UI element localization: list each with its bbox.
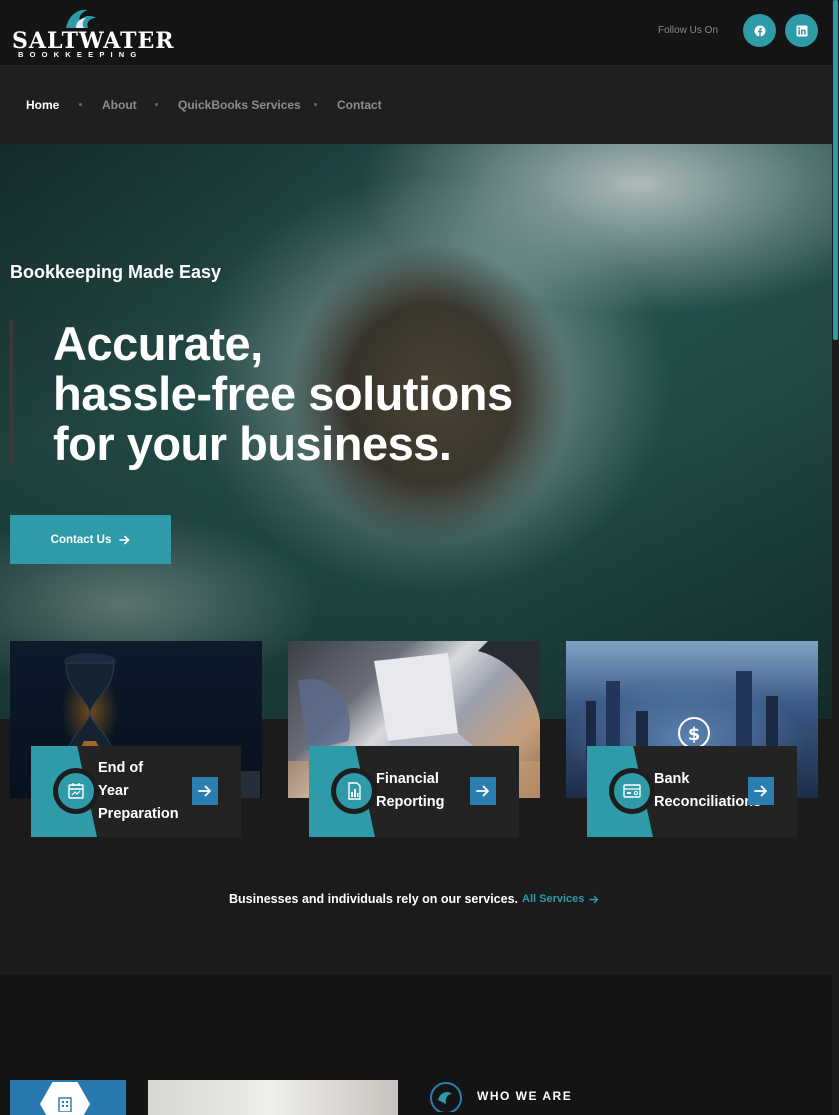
arrow-right-icon <box>476 785 489 797</box>
service-card-title-line: End of <box>98 760 144 776</box>
service-card-financial-reporting[interactable]: Financial Reporting <box>309 746 519 837</box>
hero-section: Bookkeeping Made Easy Accurate, hassle-f… <box>0 144 832 719</box>
follow-label: Follow Us On <box>658 25 719 36</box>
nav-separator <box>314 103 317 106</box>
wave-icon <box>66 9 96 28</box>
facebook-button[interactable] <box>743 14 776 47</box>
bank-statement-icon <box>609 768 655 814</box>
service-card-arrow-button[interactable] <box>748 777 774 805</box>
scrollbar-thumb[interactable] <box>833 0 838 340</box>
service-card-title: End of Year Preparation <box>98 757 179 826</box>
service-card-title-line: Financial <box>376 771 439 787</box>
wave-circle-icon <box>430 1082 462 1112</box>
arrow-right-icon <box>754 785 767 797</box>
headline-accent-line <box>10 319 13 466</box>
arrow-right-icon <box>198 785 211 797</box>
service-card-title-line: Preparation <box>98 806 179 822</box>
service-card-title-line: Reconciliations <box>654 794 762 810</box>
nav-item-about[interactable]: About <box>102 98 137 112</box>
service-card-title-line: Year <box>98 783 129 799</box>
building-icon <box>40 1082 90 1115</box>
brand-logo[interactable]: SALTWATER BOOKKEEPING <box>12 6 174 59</box>
nav-item-contact[interactable]: Contact <box>337 98 382 112</box>
linkedin-button[interactable] <box>785 14 818 47</box>
about-image-building <box>10 1080 126 1115</box>
service-card-title: Financial Reporting <box>376 768 444 814</box>
service-card-arrow-button[interactable] <box>192 777 218 805</box>
all-services-link[interactable]: All Services <box>522 893 599 905</box>
hero-tagline: Bookkeeping Made Easy <box>10 262 222 282</box>
service-card-end-of-year[interactable]: End of Year Preparation <box>31 746 241 837</box>
hero-headline: Accurate, hassle-free solutions for your… <box>53 319 513 469</box>
nav-separator <box>155 103 158 106</box>
contact-us-button[interactable]: Contact Us <box>10 515 171 564</box>
hero-headline-line: hassle-free solutions <box>53 367 513 420</box>
arrow-right-icon <box>119 535 130 544</box>
contact-us-label: Contact Us <box>50 533 112 546</box>
service-card-title-line: Reporting <box>376 794 445 810</box>
hero-headline-line: Accurate, <box>53 317 263 370</box>
brand-subtitle: BOOKKEEPING <box>18 50 143 59</box>
linkedin-icon <box>796 25 807 36</box>
report-chart-icon <box>331 768 377 814</box>
facebook-icon <box>754 25 765 36</box>
all-services-label: All Services <box>522 893 585 905</box>
main-nav: Home About QuickBooks Services Contact <box>0 65 832 144</box>
service-card-title-line: Bank <box>654 771 690 787</box>
calendar-chart-icon <box>53 768 99 814</box>
service-card-title: Bank Reconciliations <box>654 768 761 814</box>
who-we-are-label: WHO WE ARE <box>477 1089 573 1103</box>
svg-text:$: $ <box>688 724 701 745</box>
page-scrollbar[interactable] <box>832 0 839 1115</box>
top-bar: SALTWATER BOOKKEEPING Follow Us On <box>0 0 839 65</box>
services-rely-text: Businesses and individuals rely on our s… <box>229 892 519 906</box>
hero-headline-line: for your business. <box>53 417 452 470</box>
nav-separator <box>79 103 82 106</box>
service-card-bank-reconciliations[interactable]: Bank Reconciliations <box>587 746 797 837</box>
nav-item-home[interactable]: Home <box>26 98 59 112</box>
service-card-arrow-button[interactable] <box>470 777 496 805</box>
arrow-right-icon <box>589 895 599 903</box>
nav-item-quickbooks-services[interactable]: QuickBooks Services <box>178 98 301 112</box>
about-image-office <box>148 1080 398 1115</box>
